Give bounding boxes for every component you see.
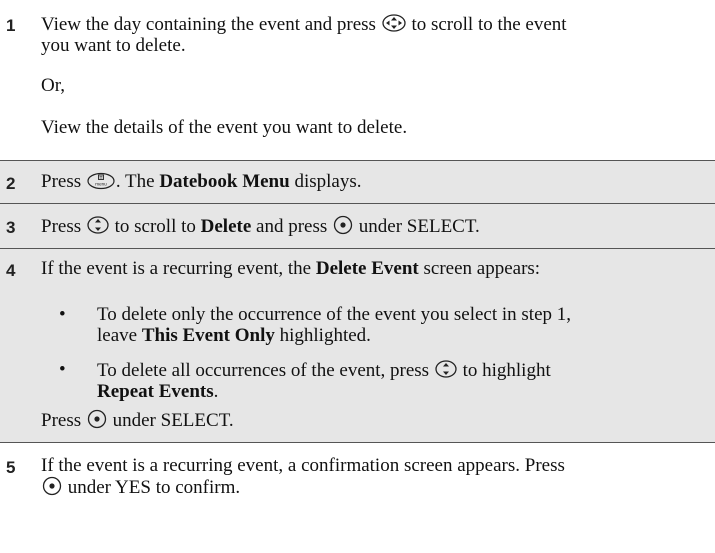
bullet-item: To delete all occurrences of the event, … [97,360,551,402]
step-text: View the day containing the event and pr… [41,14,567,56]
step-text: Press to scroll to Delete and press unde… [41,215,480,237]
step-text: If the event is a recurring event, a con… [41,455,565,498]
up-down-navigation-key-icon [87,216,109,234]
up-down-navigation-key-icon [435,360,457,378]
step-number: 1 [6,16,16,35]
step-5: 5 If the event is a recurring event, a c… [0,443,715,553]
softkey-center-dot-icon [333,215,353,235]
step-2: 2 Press menu . The Datebook Menu display… [0,161,715,203]
softkey-center-dot-icon [42,476,62,496]
step-number: 5 [6,458,16,477]
step-or: Or, [41,75,66,96]
step-number: 2 [6,174,16,193]
bullet-item: To delete only the occurrence of the eve… [97,304,572,346]
softkey-center-dot-icon [87,409,107,429]
step-number: 4 [6,261,16,280]
bullet-marker: • [59,304,66,325]
step-alt-text: View the details of the event you want t… [41,117,408,138]
bullet-marker: • [59,359,66,380]
step-text: If the event is a recurring event, the D… [41,258,541,279]
step-4: 4 If the event is a recurring event, the… [0,249,715,442]
step-number: 3 [6,218,16,237]
svg-text:menu: menu [95,182,107,187]
menu-key-icon: menu [87,172,115,190]
4-way-navigation-key-icon [382,14,406,32]
step-1: 1 View the day containing the event and … [0,0,715,146]
step-final-text: Press under SELECT. [41,409,234,431]
step-text: Press menu . The Datebook Menu displays. [41,171,362,192]
step-3: 3 Press to scroll to Delete and press un… [0,204,715,248]
